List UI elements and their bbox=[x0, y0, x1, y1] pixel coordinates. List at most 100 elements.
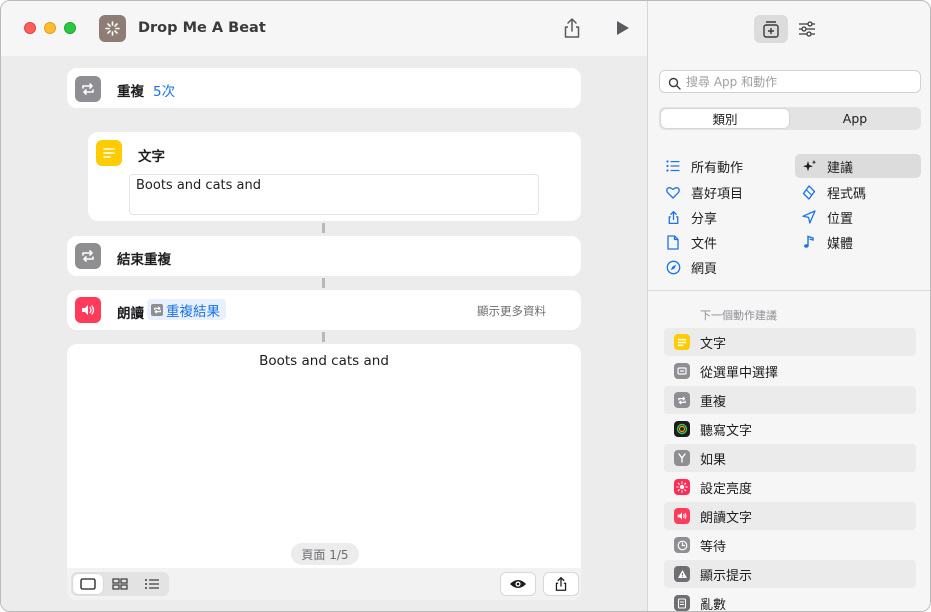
speaker-icon bbox=[75, 297, 101, 323]
category-web[interactable]: 網頁 bbox=[664, 255, 789, 279]
location-icon bbox=[800, 208, 818, 226]
heart-icon bbox=[664, 183, 682, 201]
sparkles-icon bbox=[800, 157, 818, 175]
category-label: 程式碼 bbox=[827, 186, 867, 202]
category-label: 媒體 bbox=[827, 236, 854, 252]
suggestion-label: 文字 bbox=[700, 336, 727, 352]
suggestion-label: 如果 bbox=[700, 452, 727, 468]
grid-icon bbox=[112, 578, 128, 590]
suggestion-label: 重複 bbox=[700, 394, 727, 410]
suggestion-dictate-text[interactable]: 聽寫文字 bbox=[664, 415, 916, 443]
text-content-field[interactable]: Boots and cats and bbox=[129, 174, 539, 215]
suggestion-if[interactable]: 如果 bbox=[664, 444, 916, 472]
category-suggestions[interactable]: 建議 bbox=[795, 154, 921, 178]
end-repeat-action-card[interactable]: 結束重複 bbox=[67, 236, 581, 276]
title-bar: Drop Me A Beat bbox=[1, 1, 647, 56]
if-icon bbox=[674, 450, 690, 466]
suggestion-random-number[interactable]: 亂數 bbox=[664, 589, 916, 612]
single-page-icon bbox=[80, 578, 96, 590]
repeat-count-token[interactable]: 5次 bbox=[153, 80, 175, 100]
category-sharing[interactable]: 分享 bbox=[664, 205, 789, 229]
brightness-icon bbox=[674, 479, 690, 495]
repeat-label: 重複 bbox=[117, 84, 144, 100]
alert-icon bbox=[674, 566, 690, 582]
repeat-icon bbox=[674, 392, 690, 408]
preview-share-button[interactable] bbox=[543, 572, 579, 596]
category-label: 分享 bbox=[691, 211, 718, 227]
action-library-tab[interactable] bbox=[754, 15, 788, 43]
share-icon bbox=[564, 18, 580, 38]
window-title[interactable]: Drop Me A Beat bbox=[138, 20, 266, 36]
search-input[interactable] bbox=[686, 73, 916, 91]
suggestion-wait[interactable]: 等待 bbox=[664, 531, 916, 559]
list-icon bbox=[145, 579, 159, 589]
quick-look-button[interactable] bbox=[500, 572, 536, 596]
editor-pane: Drop Me A Beat 重複 5次 文字 Boots and cats a… bbox=[1, 1, 647, 611]
close-window-button[interactable] bbox=[24, 22, 36, 34]
preview-text: Boots and cats and bbox=[259, 353, 389, 369]
category-label: 文件 bbox=[691, 236, 718, 252]
music-note-icon bbox=[800, 233, 818, 251]
suggestion-text[interactable]: 文字 bbox=[664, 328, 916, 356]
zoom-window-button[interactable] bbox=[64, 22, 76, 34]
sidebar-divider bbox=[648, 290, 930, 291]
category-label: 位置 bbox=[827, 211, 854, 227]
suggestion-show-alert[interactable]: 顯示提示 bbox=[664, 560, 916, 588]
search-field[interactable] bbox=[659, 70, 921, 93]
list-icon bbox=[664, 157, 682, 175]
share-button[interactable] bbox=[562, 17, 582, 39]
tab-apps[interactable]: App bbox=[791, 109, 919, 128]
repeat-results-variable[interactable]: 重複結果 bbox=[147, 299, 226, 320]
page-indicator: 頁面 1/5 bbox=[291, 543, 359, 565]
shortcut-icon[interactable] bbox=[99, 15, 126, 42]
run-button[interactable] bbox=[615, 19, 631, 37]
action-library-sidebar: 類別 App 所有動作 喜好項目 分享 文件 網頁 建議 bbox=[647, 1, 930, 612]
category-label: 建議 bbox=[827, 160, 854, 176]
suggestion-repeat[interactable]: 重複 bbox=[664, 386, 916, 414]
suggestion-label: 朗讀文字 bbox=[700, 510, 753, 526]
grid-view-button[interactable] bbox=[105, 574, 135, 594]
category-location[interactable]: 位置 bbox=[795, 205, 921, 229]
show-more-button[interactable]: 顯示更多資料 bbox=[477, 303, 546, 319]
category-favorites[interactable]: 喜好項目 bbox=[664, 180, 789, 204]
suggestion-label: 亂數 bbox=[700, 597, 727, 612]
category-documents[interactable]: 文件 bbox=[664, 230, 789, 254]
shortcuts-window: Drop Me A Beat 重複 5次 文字 Boots and cats a… bbox=[0, 0, 931, 612]
tab-categories[interactable]: 類別 bbox=[661, 109, 789, 128]
connector-line bbox=[322, 278, 325, 288]
search-icon bbox=[668, 75, 681, 94]
single-view-button[interactable] bbox=[73, 574, 103, 594]
suggestion-set-brightness[interactable]: 設定亮度 bbox=[664, 473, 916, 501]
text-icon bbox=[96, 140, 122, 166]
category-app-segmented-control: 類別 App bbox=[659, 107, 921, 130]
clock-icon bbox=[674, 537, 690, 553]
repeat-action-card[interactable]: 重複 5次 bbox=[67, 68, 581, 108]
suggestion-label: 等待 bbox=[700, 539, 727, 555]
connector-line bbox=[322, 332, 325, 342]
category-label: 所有動作 bbox=[691, 160, 744, 176]
category-media[interactable]: 媒體 bbox=[795, 230, 921, 254]
compass-icon bbox=[664, 258, 682, 276]
dice-icon bbox=[674, 595, 690, 611]
end-repeat-label: 結束重複 bbox=[117, 252, 171, 268]
dictation-icon bbox=[674, 421, 690, 437]
play-icon bbox=[617, 21, 629, 35]
text-icon bbox=[674, 334, 690, 350]
category-label: 喜好項目 bbox=[691, 186, 744, 202]
category-scripting[interactable]: 程式碼 bbox=[795, 180, 921, 204]
connector-line bbox=[322, 223, 325, 233]
suggestion-choose-from-menu[interactable]: 從選單中選擇 bbox=[664, 357, 916, 385]
repeat-icon bbox=[75, 76, 101, 102]
category-all-actions[interactable]: 所有動作 bbox=[664, 154, 789, 178]
shortcut-details-tab[interactable] bbox=[790, 15, 824, 43]
speak-label: 朗讀 bbox=[117, 306, 144, 322]
minimize-window-button[interactable] bbox=[44, 22, 56, 34]
add-action-icon bbox=[763, 21, 779, 38]
view-mode-segmented-control bbox=[71, 572, 169, 596]
suggestion-label: 從選單中選擇 bbox=[700, 365, 779, 381]
repeat-icon bbox=[75, 243, 101, 269]
list-view-button[interactable] bbox=[137, 574, 167, 594]
suggestion-speak-text[interactable]: 朗讀文字 bbox=[664, 502, 916, 530]
next-action-suggestions-header: 下一個動作建議 bbox=[700, 309, 777, 322]
text-label: 文字 bbox=[138, 149, 165, 165]
